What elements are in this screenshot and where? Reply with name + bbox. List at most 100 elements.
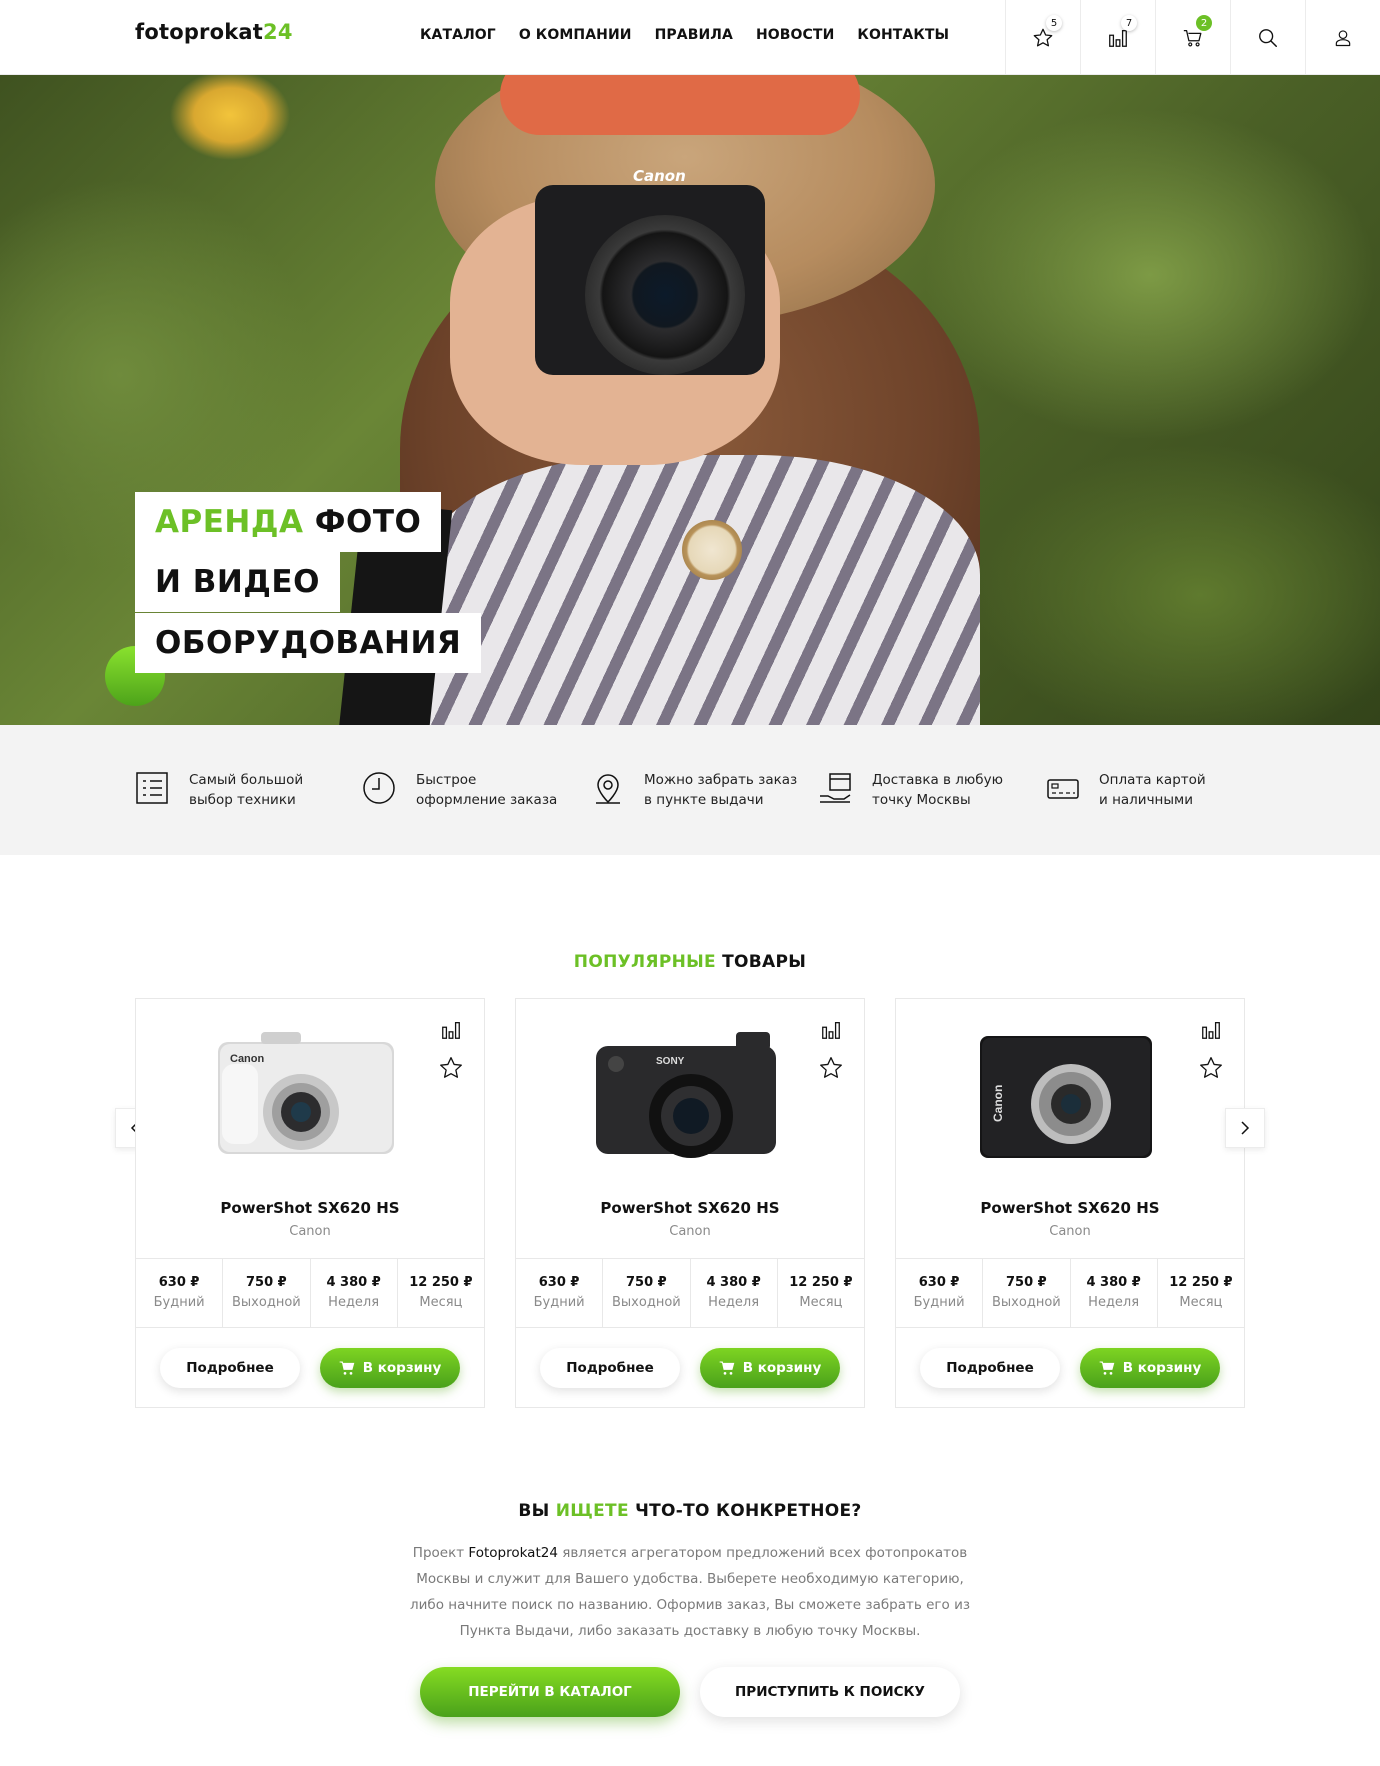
product-actions [438,1019,464,1081]
compare-button[interactable]: 7 [1080,0,1155,75]
nav-contacts[interactable]: КОНТАКТЫ [857,27,949,43]
about-text-before: Проект [412,1545,469,1561]
hero-title-accent: АРЕНДА [155,504,304,540]
price-label: Неделя [1088,1295,1140,1310]
nav-rules[interactable]: ПРАВИЛА [655,27,733,43]
add-to-cart-label: В корзину [362,1360,442,1376]
price-value: 630 ₽ [158,1275,200,1290]
price-cell: 630 ₽ Будний [136,1259,224,1327]
account-button[interactable] [1305,0,1380,75]
price-value: 4 380 ₽ [1086,1275,1141,1290]
feature-text: Оплата картой и наличными [1099,772,1206,808]
feature-text: Можно забрать заказ в пункте выдачи [644,772,798,808]
list-icon [136,772,168,804]
cart-badge: 2 [1196,15,1212,31]
product-brand: Canon [289,1224,331,1239]
product-actions [1198,1019,1224,1081]
compare-bars-icon[interactable] [820,1019,842,1041]
price-label: Месяц [799,1295,843,1310]
price-label: Будний [153,1295,205,1310]
price-value: 12 250 ₽ [1169,1275,1233,1290]
cart-icon [719,1361,735,1375]
popular-title-rest: ТОВАРЫ [715,952,807,972]
go-to-catalog-button[interactable]: ПЕРЕЙТИ В КАТАЛОГ [420,1667,680,1717]
star-icon[interactable] [438,1055,464,1081]
compare-bars-icon[interactable] [1200,1019,1222,1041]
star-icon[interactable] [818,1055,844,1081]
price-label: Месяц [419,1295,463,1310]
price-cell: 750 ₽ Выходной [603,1259,691,1327]
product-name[interactable]: PowerShot SX620 HS [896,1199,1244,1217]
price-table: 630 ₽ Будний 750 ₽ Выходной 4 380 ₽ Неделя … [516,1258,864,1328]
site-header: fotoprokat24 КАТАЛОГ О КОМПАНИИ ПРАВИЛА … [0,0,1380,75]
search-button[interactable] [1230,0,1305,75]
product-name[interactable]: PowerShot SX620 HS [516,1199,864,1217]
hero-photo-lens [585,215,745,375]
search-icon [1259,28,1277,47]
about-text-brand: Fotoprokat24 [468,1545,558,1561]
price-cell: 12 250 ₽ Месяц [398,1259,484,1327]
favorites-badge: 5 [1046,15,1062,31]
add-to-cart-button[interactable]: В корзину [320,1348,460,1388]
location-pin-icon [596,774,620,804]
feature-item: Самый большой выбор техники [135,770,303,810]
details-button[interactable]: Подробнее [160,1348,300,1388]
search-title-part-b: ЧТО-ТО КОНКРЕТНОЕ? [628,1501,862,1521]
feature-item: Можно забрать заказ в пункте выдачи [590,770,797,810]
star-icon[interactable] [1198,1055,1224,1081]
details-button[interactable]: Подробнее [540,1348,680,1388]
product-brand: Canon [669,1224,711,1239]
add-to-cart-button[interactable]: В корзину [1080,1348,1220,1388]
product-image-black-compact-camera[interactable]: Canon [966,1024,1166,1164]
price-value: 12 250 ₽ [789,1275,853,1290]
cart-button[interactable]: 2 [1155,0,1230,75]
cart-icon [1099,1361,1115,1375]
add-to-cart-button[interactable]: В корзину [700,1348,840,1388]
nav-about[interactable]: О КОМПАНИИ [519,27,632,43]
clock-icon [363,772,395,804]
start-search-button[interactable]: ПРИСТУПИТЬ К ПОИСКУ [700,1667,960,1717]
price-cell: 12 250 ₽ Месяц [778,1259,864,1327]
popular-title-accent: ПОПУЛЯРНЫЕ [573,952,716,972]
hero-camera-brand: Canon [633,167,686,185]
price-label: Выходной [612,1295,681,1310]
price-cell: 4 380 ₽ Неделя [691,1259,778,1327]
compare-bars-icon[interactable] [440,1019,462,1041]
feature-text: Самый большой выбор техники [189,772,304,808]
hero-title-rest: ФОТО [303,504,422,540]
price-table: 630 ₽ Будний 750 ₽ Выходной 4 380 ₽ Неделя … [136,1258,484,1328]
logo-number: 24 [263,20,293,44]
logo-text: fotoprokat [135,20,264,44]
add-to-cart-label: В корзину [742,1360,822,1376]
header-actions: 5 7 2 [1005,0,1380,75]
search-title-accent: ИЩЕТЕ [555,1501,629,1521]
price-label: Будний [913,1295,965,1310]
main-nav: КАТАЛОГ О КОМПАНИИ ПРАВИЛА НОВОСТИ КОНТА… [420,27,972,43]
favorites-button[interactable]: 5 [1005,0,1080,75]
price-cell: 750 ₽ Выходной [983,1259,1071,1327]
hero-photo-shirt [420,455,980,725]
site-logo[interactable]: fotoprokat24 [135,20,293,44]
carousel-next-button[interactable] [1225,1108,1265,1148]
price-cell: 4 380 ₽ Неделя [1071,1259,1158,1327]
product-image-black-mirrorless-camera[interactable]: SONY [586,1024,786,1164]
about-text: Проект Fotoprokat24 является агрегатором… [405,1540,975,1644]
svg-text:SONY: SONY [656,1056,685,1067]
svg-text:Canon: Canon [230,1053,265,1065]
price-label: Неделя [328,1295,380,1310]
nav-news[interactable]: НОВОСТИ [756,27,834,43]
details-button[interactable]: Подробнее [920,1348,1060,1388]
svg-text:Canon: Canon [991,1085,1005,1122]
price-value: 630 ₽ [918,1275,960,1290]
price-cell: 630 ₽ Будний [516,1259,604,1327]
search-section-title: ВЫ ИЩЕТЕ ЧТО-ТО КОНКРЕТНОЕ? [0,1501,1380,1521]
price-value: 4 380 ₽ [706,1275,761,1290]
add-to-cart-label: В корзину [1122,1360,1202,1376]
product-card: Canon PowerShot SX620 HS Canon 630 ₽ Будн… [135,998,485,1408]
product-name[interactable]: PowerShot SX620 HS [136,1199,484,1217]
price-label: Будний [533,1295,585,1310]
hero-title-line-2: И ВИДЕО [135,552,340,612]
nav-catalog[interactable]: КАТАЛОГ [420,27,496,43]
product-image-silver-compact-camera[interactable]: Canon [206,1024,406,1164]
cart-icon [339,1361,355,1375]
